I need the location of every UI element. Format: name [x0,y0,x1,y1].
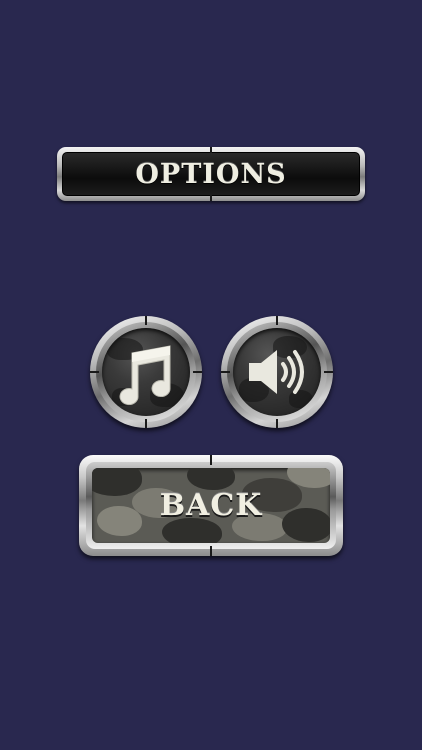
options-title-plate: OPTIONS [57,147,365,201]
speaker-icon [249,350,304,394]
title-notch-top [210,147,212,153]
title-notch-bottom [210,195,212,201]
music-toggle-button[interactable] [90,316,202,428]
options-title-inner: OPTIONS [62,152,360,196]
back-button[interactable]: BACK [79,455,343,556]
sound-toggle-button[interactable] [221,316,333,428]
back-button-label: BACK [159,488,263,523]
options-title: OPTIONS [135,158,287,190]
music-note-icon [119,345,171,406]
